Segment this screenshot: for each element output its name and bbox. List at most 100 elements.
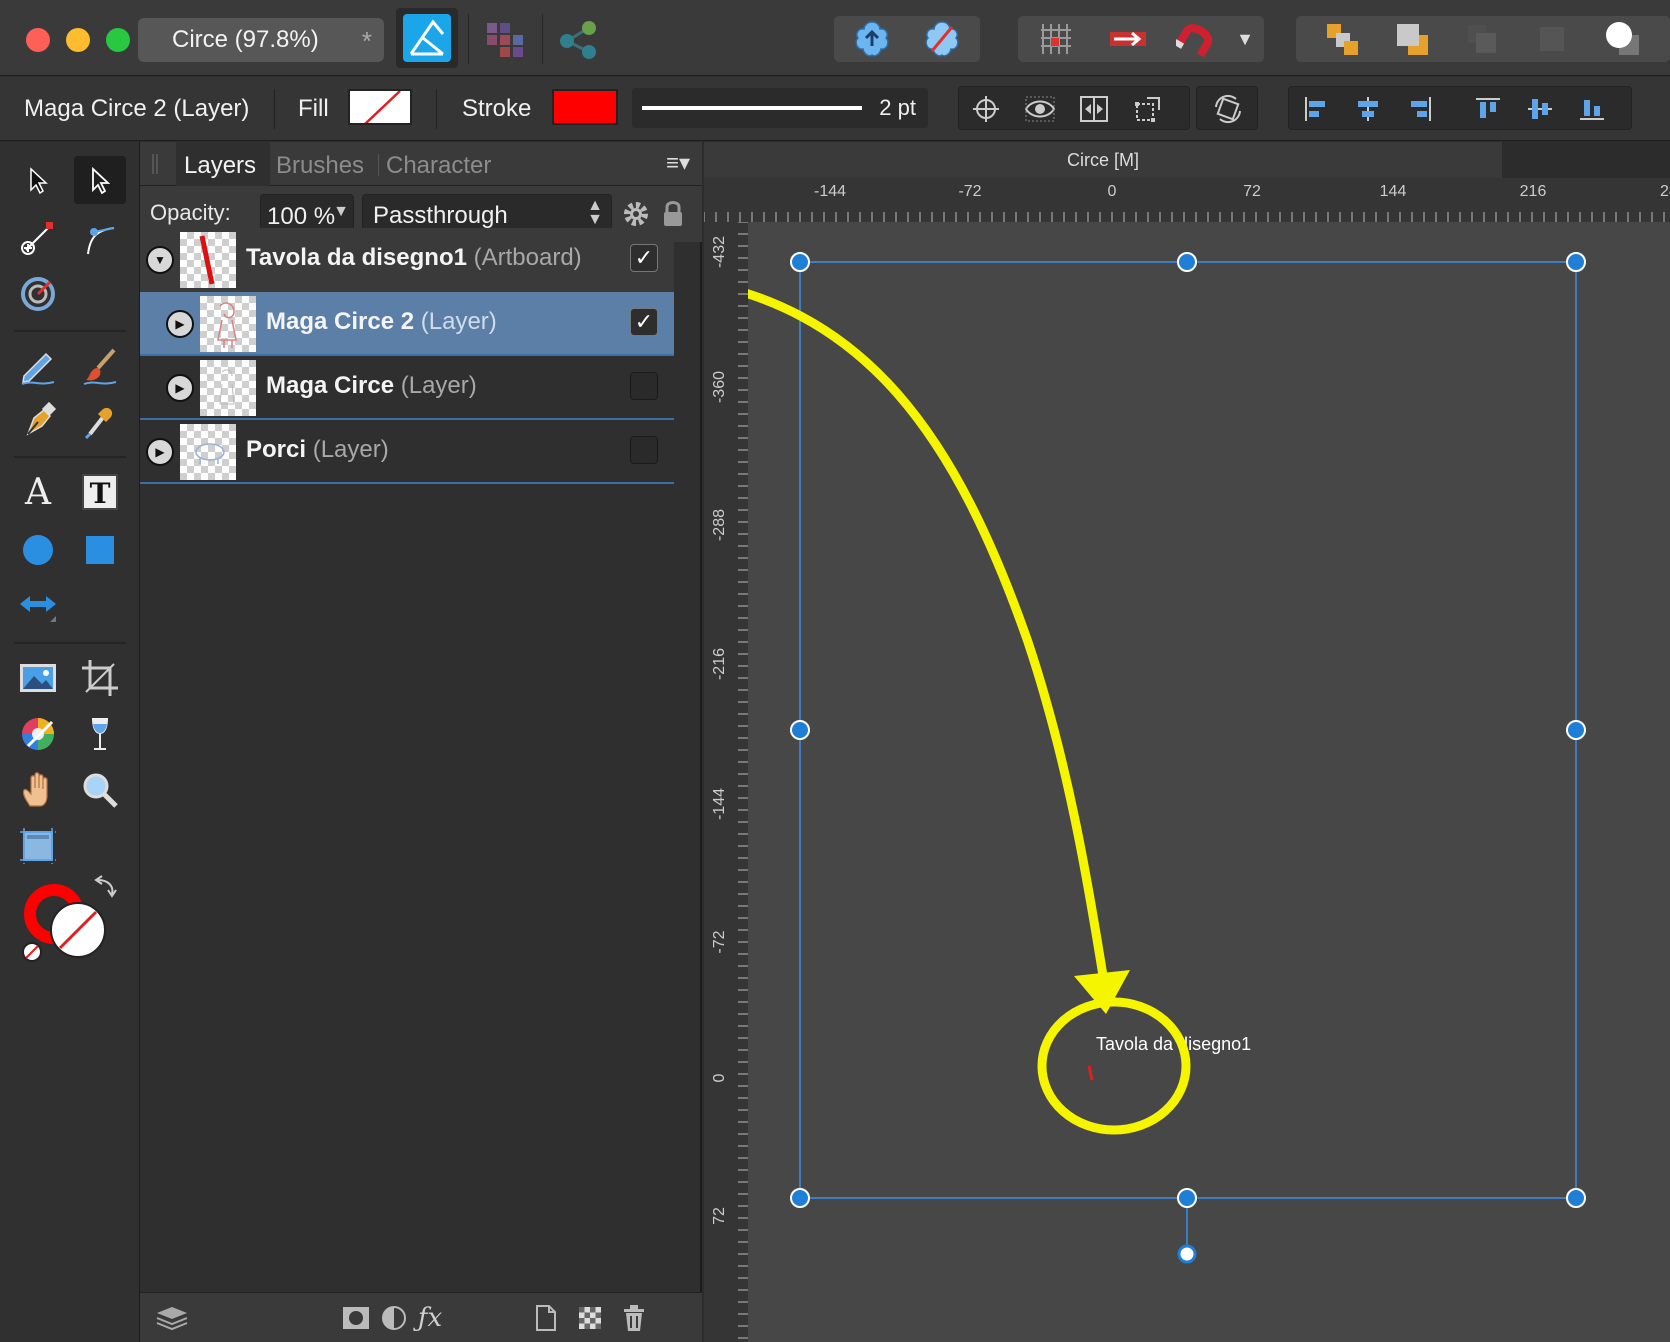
vertical-ruler[interactable]: -432 -360 -288 -216 -144 -72 0 72 xyxy=(704,222,748,1342)
tab-layers[interactable]: Layers xyxy=(184,152,256,180)
pen-tool[interactable] xyxy=(12,396,64,444)
opacity-dropdown-icon[interactable]: ▼ xyxy=(333,203,349,221)
move-to-back-icon xyxy=(1327,24,1358,55)
force-pixel-alignment-button[interactable] xyxy=(1100,10,1156,68)
move-to-front-button[interactable] xyxy=(1524,10,1580,68)
layer-row-artboard[interactable]: ▼ Tavola da disegno1 (Artboard) ✓ xyxy=(140,228,674,292)
frame-text-tool[interactable]: T xyxy=(74,468,126,516)
artboard-canvas[interactable]: Tavola da disegno1 xyxy=(748,222,1670,1342)
stroke-width-slider[interactable]: 2 pt xyxy=(632,88,928,128)
artboard-tool[interactable] xyxy=(12,822,64,870)
move-forward-one-button[interactable] xyxy=(1454,10,1510,68)
panel-grip-handle[interactable] xyxy=(152,154,158,174)
show-bounding-box-button[interactable] xyxy=(1017,91,1063,127)
zoom-window-button[interactable] xyxy=(106,28,130,52)
align-left-button[interactable] xyxy=(1293,91,1339,127)
layer-visibility-checkbox[interactable]: ✓ xyxy=(630,308,658,336)
node-add-icon xyxy=(21,222,53,255)
vector-brush-tool[interactable] xyxy=(74,342,126,390)
snapping-dropdown-icon[interactable]: ▼ xyxy=(1230,10,1260,68)
crop-tool[interactable] xyxy=(74,654,126,702)
transparency-tool[interactable] xyxy=(12,582,64,630)
boolean-operations-button[interactable] xyxy=(1592,10,1654,68)
pencil-icon xyxy=(21,352,55,385)
delete-layer-button[interactable] xyxy=(614,1303,654,1333)
handle-middle-left[interactable] xyxy=(790,720,810,740)
rotate-button[interactable] xyxy=(1205,91,1251,127)
artistic-text-tool[interactable]: A xyxy=(12,468,64,516)
add-pixel-layer-button[interactable] xyxy=(526,1303,566,1333)
move-to-back-button[interactable] xyxy=(1314,10,1370,68)
fill-swatch[interactable] xyxy=(348,89,412,125)
move-tool[interactable] xyxy=(12,156,64,204)
rectangle-tool[interactable] xyxy=(74,526,126,574)
layer-row-maga-circe[interactable]: ▶ Maga Circe (Layer) xyxy=(140,356,674,420)
layer-visibility-checkbox[interactable] xyxy=(630,372,658,400)
pen-add-node-tool[interactable] xyxy=(12,214,64,262)
stroke-swatch[interactable] xyxy=(552,89,618,125)
layers-stack-button[interactable] xyxy=(152,1303,192,1333)
snapping-button[interactable] xyxy=(1168,10,1224,68)
layer-visibility-checkbox[interactable] xyxy=(630,436,658,464)
collapse-icon[interactable]: ▼ xyxy=(146,246,174,274)
add-layer-button[interactable] xyxy=(570,1303,610,1333)
document-tab-modified-indicator[interactable]: * xyxy=(362,26,372,57)
pixel-persona-button[interactable] xyxy=(478,10,532,68)
swap-colors-icon[interactable] xyxy=(94,875,117,898)
align-middle-button[interactable] xyxy=(1517,91,1563,127)
ellipse-tool[interactable] xyxy=(12,526,64,574)
expand-icon[interactable]: ▶ xyxy=(166,374,194,402)
expand-icon[interactable]: ▶ xyxy=(166,310,194,338)
title-bar: Circe (97.8%) * ▼ xyxy=(0,0,1670,76)
handle-top-right[interactable] xyxy=(1566,252,1586,272)
place-image-tool[interactable] xyxy=(12,654,64,702)
handle-bottom-right[interactable] xyxy=(1566,1188,1586,1208)
align-center-button[interactable] xyxy=(1345,91,1391,127)
zoom-tool[interactable] xyxy=(74,766,126,814)
point-transform-tool[interactable] xyxy=(12,270,64,318)
align-top-button[interactable] xyxy=(1465,91,1511,127)
assistant-upload-button[interactable] xyxy=(840,10,904,68)
add-mask-button[interactable] xyxy=(336,1303,376,1333)
document-title: Circe [M] xyxy=(1067,150,1139,170)
designer-persona-button[interactable] xyxy=(396,8,458,68)
assistant-disabled-button[interactable] xyxy=(910,10,974,68)
layer-row-maga-circe-2[interactable]: ▶ Maga Circe 2 (Layer) ✓ xyxy=(140,292,674,356)
panel-menu-icon[interactable]: ≡▾ xyxy=(666,150,690,176)
align-right-button[interactable] xyxy=(1397,91,1443,127)
expand-icon[interactable]: ▶ xyxy=(146,438,174,466)
document-tab[interactable]: Circe (97.8%) * xyxy=(138,18,384,62)
handle-top-center[interactable] xyxy=(1177,252,1197,272)
grid-button[interactable] xyxy=(1028,10,1084,68)
transform-objects-button[interactable] xyxy=(1125,91,1171,127)
layer-visibility-checkbox[interactable]: ✓ xyxy=(630,244,658,272)
handle-top-left[interactable] xyxy=(790,252,810,272)
tab-brushes[interactable]: Brushes xyxy=(276,152,364,180)
transform-origin-button[interactable] xyxy=(963,91,1009,127)
ruler-tick-label: -432 xyxy=(711,236,728,268)
color-picker-tool[interactable] xyxy=(74,710,126,758)
align-middle-icon xyxy=(1528,99,1552,119)
handle-bottom-left[interactable] xyxy=(790,1188,810,1208)
gradient-tool[interactable] xyxy=(12,710,64,758)
flip-horizontal-button[interactable] xyxy=(1071,91,1117,127)
horizontal-ruler[interactable]: -144 -72 0 72 144 216 28 xyxy=(704,178,1670,222)
corner-tool[interactable] xyxy=(74,214,126,262)
handle-bottom-center[interactable] xyxy=(1177,1188,1197,1208)
tab-character[interactable]: Character xyxy=(386,152,491,180)
rotation-handle[interactable] xyxy=(1177,1244,1197,1264)
layer-row-porci[interactable]: ▶ Porci (Layer) xyxy=(140,420,674,484)
pencil-tool[interactable] xyxy=(12,342,64,390)
handle-middle-right[interactable] xyxy=(1566,720,1586,740)
view-tool[interactable] xyxy=(12,766,64,814)
node-tool[interactable] xyxy=(74,156,126,204)
align-bottom-button[interactable] xyxy=(1569,91,1615,127)
stroke-fill-swatches xyxy=(22,875,117,962)
export-persona-button[interactable] xyxy=(552,10,606,68)
minimize-window-button[interactable] xyxy=(66,28,90,52)
close-window-button[interactable] xyxy=(26,28,50,52)
effects-button[interactable]: ƒx xyxy=(400,1303,460,1333)
fill-tool[interactable] xyxy=(74,396,126,444)
layers-panel-footer: ƒx xyxy=(140,1292,702,1342)
move-back-one-button[interactable] xyxy=(1384,10,1440,68)
